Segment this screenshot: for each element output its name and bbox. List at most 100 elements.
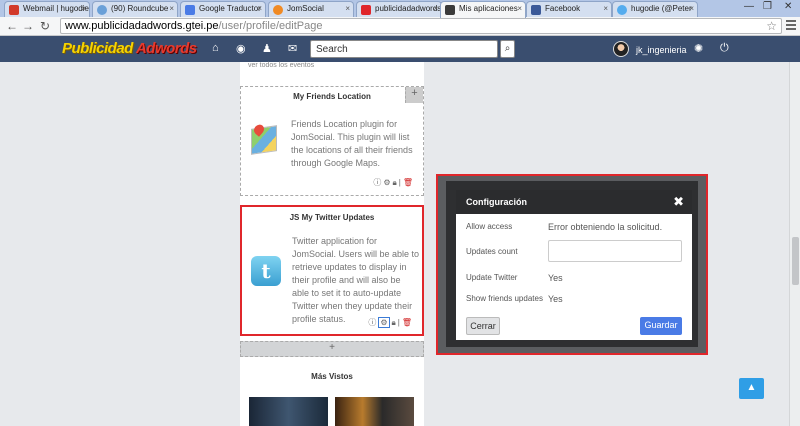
- browser-tab-roundcube[interactable]: (90) Roundcube ×: [92, 1, 178, 17]
- scrollbar-thumb[interactable]: [792, 237, 799, 285]
- configuracion-dialog: Configuración ✖ Allow access Error obten…: [456, 190, 692, 340]
- allow-access-value: Error obteniendo la solicitud.: [548, 222, 663, 232]
- tab-label: Facebook: [545, 4, 581, 13]
- mail-icon[interactable]: ✉: [288, 42, 297, 55]
- window-close-icon[interactable]: ✕: [784, 1, 792, 12]
- address-bar: ← → ↻ www.publicidadadwords.gtei.pe/user…: [0, 17, 800, 36]
- video-thumbnail[interactable]: [335, 397, 414, 426]
- site-logo[interactable]: Publicidad Adwords: [62, 40, 197, 57]
- reload-icon[interactable]: ↻: [40, 19, 50, 33]
- gear-icon[interactable]: ⚙: [378, 317, 390, 328]
- app-title: JS My Twitter Updates: [289, 213, 375, 222]
- search-input[interactable]: Search: [310, 40, 498, 58]
- site-header: Publicidad Adwords ⌂ ◉ ♟ ✉ Search ⌕ jk_i…: [0, 36, 800, 62]
- maximize-icon[interactable]: ❐: [763, 1, 772, 12]
- back-arrow-icon[interactable]: ←: [6, 19, 18, 33]
- tab-label: JomSocial: [287, 4, 324, 13]
- update-twitter-value[interactable]: Yes: [548, 273, 563, 283]
- url-host: www.publicidadadwords.gtei.pe: [65, 20, 219, 32]
- add-app-button[interactable]: +: [405, 87, 423, 103]
- publicidad-favicon-icon: [361, 5, 371, 15]
- info-icon[interactable]: ⓘ: [368, 318, 376, 327]
- magnifier-icon: ⌕: [504, 43, 511, 54]
- app-title: My Friends Location: [293, 92, 371, 101]
- user-icon[interactable]: ♟: [262, 42, 272, 55]
- app-card-twitter-updates: JS My Twitter Updates t Twitter applicat…: [240, 205, 424, 336]
- tab-close-icon[interactable]: ×: [603, 4, 608, 13]
- home-icon[interactable]: ⌂: [212, 42, 219, 54]
- info-icon[interactable]: ⓘ: [373, 178, 381, 187]
- map-pin-icon: [251, 125, 277, 155]
- username-link[interactable]: jk_ingenieria: [636, 45, 687, 55]
- roundcube-favicon-icon: [97, 5, 107, 15]
- browser-tab-jomsocial[interactable]: JomSocial ×: [268, 1, 354, 17]
- dialog-header: Configuración ✖: [456, 190, 692, 214]
- tab-close-icon[interactable]: ×: [257, 4, 262, 13]
- browser-menu-icon[interactable]: [786, 20, 796, 32]
- section-title: Más Vistos: [311, 372, 353, 381]
- scroll-to-top-button[interactable]: ▲: [739, 378, 764, 399]
- globe-icon[interactable]: ◉: [236, 42, 246, 55]
- browser-tab-twitter[interactable]: hugodie (@Peter ×: [612, 1, 698, 17]
- chevron-up-icon: ▲: [746, 382, 757, 393]
- tab-close-icon[interactable]: ×: [81, 4, 86, 13]
- add-app-bar[interactable]: +: [240, 341, 424, 357]
- forward-arrow-icon[interactable]: →: [22, 19, 34, 33]
- tab-close-icon[interactable]: ×: [689, 4, 694, 13]
- tab-label: Webmail | hugodie: [23, 4, 89, 13]
- update-twitter-label: Update Twitter: [466, 273, 518, 282]
- tab-label: hugodie (@Peter: [631, 4, 692, 13]
- tab-close-icon[interactable]: ×: [345, 4, 350, 13]
- browser-tab-mis-aplicaciones[interactable]: Mis aplicaciones ×: [440, 1, 526, 18]
- guardar-button[interactable]: Guardar: [640, 317, 682, 335]
- show-friends-updates-label: Show friends updates: [466, 294, 543, 303]
- gear-icon[interactable]: ✺: [694, 42, 703, 55]
- browser-tab-strip: Webmail | hugodie × (90) Roundcube × Goo…: [0, 0, 800, 18]
- tab-close-icon[interactable]: ×: [517, 4, 522, 13]
- url-path: /user/profile/editPage: [218, 20, 323, 32]
- updates-count-label: Updates count: [466, 247, 518, 256]
- divider: |: [397, 318, 400, 327]
- lock-icon[interactable]: 🔒︎: [392, 318, 396, 327]
- site-favicon-icon: [445, 5, 455, 15]
- tab-label: (90) Roundcube: [111, 4, 169, 13]
- search-placeholder: Search: [316, 44, 348, 55]
- minimize-icon[interactable]: —: [744, 1, 754, 12]
- tab-close-icon[interactable]: ×: [433, 4, 438, 13]
- bookmark-star-icon[interactable]: ☆: [766, 19, 777, 33]
- browser-tab-webmail[interactable]: Webmail | hugodie ×: [4, 1, 90, 17]
- trash-icon[interactable]: 🗑︎: [403, 178, 413, 187]
- tab-label: Mis aplicaciones: [459, 4, 518, 13]
- divider: |: [398, 178, 401, 187]
- updates-count-input[interactable]: [548, 240, 682, 262]
- close-icon[interactable]: ✖: [673, 194, 684, 210]
- twitter-favicon-icon: [617, 5, 627, 15]
- tab-label: publicidadadwords: [375, 4, 442, 13]
- page-scrollbar[interactable]: [789, 62, 800, 426]
- cerrar-button[interactable]: Cerrar: [466, 317, 500, 335]
- url-field[interactable]: www.publicidadadwords.gtei.pe/user/profi…: [60, 18, 782, 34]
- webmail-favicon-icon: [9, 5, 19, 15]
- events-link[interactable]: ver todos los eventos: [248, 62, 314, 69]
- video-thumbnail[interactable]: [249, 397, 328, 426]
- trash-icon[interactable]: 🗑︎: [402, 318, 412, 327]
- browser-tab-translate[interactable]: Google Traductor ×: [180, 1, 266, 17]
- show-friends-updates-value[interactable]: Yes: [548, 294, 563, 304]
- jomsocial-favicon-icon: [273, 5, 283, 15]
- app-toolbar: ⓘ ⚙ 🔒︎ | 🗑︎: [366, 317, 412, 328]
- app-card-friends-location: My Friends Location + Friends Location p…: [240, 86, 424, 196]
- mas-vistos-section: Más Vistos: [240, 366, 424, 426]
- search-button[interactable]: ⌕: [500, 40, 515, 58]
- browser-tab-publicidad[interactable]: publicidadadwords ×: [356, 1, 442, 17]
- twitter-icon: t: [251, 256, 281, 286]
- facebook-favicon-icon: [531, 5, 541, 15]
- browser-tab-facebook[interactable]: Facebook ×: [526, 1, 612, 17]
- tab-label: Google Traductor: [199, 4, 261, 13]
- lock-icon[interactable]: 🔒︎: [393, 178, 397, 187]
- power-icon[interactable]: ⏻: [720, 42, 729, 55]
- avatar[interactable]: [613, 41, 629, 57]
- app-toolbar: ⓘ ⚙ 🔒︎ | 🗑︎: [371, 177, 413, 188]
- app-description: Friends Location plugin for JomSocial. T…: [291, 119, 413, 168]
- gear-icon[interactable]: ⚙: [383, 178, 390, 187]
- tab-close-icon[interactable]: ×: [169, 4, 174, 13]
